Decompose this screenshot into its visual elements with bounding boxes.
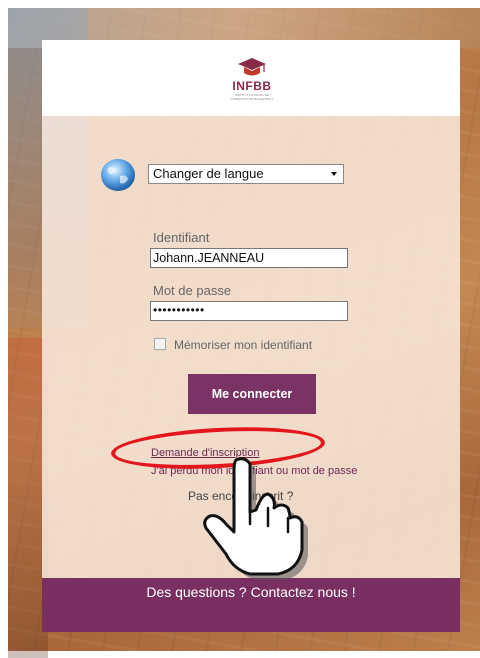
language-select[interactable]: Changer de langue	[148, 164, 344, 184]
language-select-value: Changer de langue	[153, 166, 264, 181]
infbb-logo: INFBB INSTITUT NATIONAL DE FORMATION DE …	[227, 56, 277, 101]
globe-icon	[100, 158, 136, 192]
identifier-field[interactable]: Johann.JEANNEAU	[150, 248, 348, 268]
chevron-down-icon	[331, 172, 337, 176]
identifier-label: Identifiant	[153, 230, 210, 245]
brand-name: INFBB	[232, 79, 272, 93]
password-field[interactable]: •••••••••••	[150, 301, 348, 321]
logo-band: INFBB INSTITUT NATIONAL DE FORMATION DE …	[42, 40, 460, 116]
contact-footer[interactable]: Des questions ? Contactez nous !	[42, 578, 460, 632]
brand-subtitle: INSTITUT NATIONAL DE FORMATION DE BASKET…	[230, 93, 274, 101]
graduation-cap-icon	[238, 58, 266, 76]
password-label: Mot de passe	[153, 283, 232, 298]
remember-label: Mémoriser mon identifiant	[174, 338, 313, 352]
login-button[interactable]: Me connecter	[188, 374, 316, 414]
pointer-hand-icon	[198, 454, 328, 584]
remember-checkbox[interactable]	[154, 338, 166, 350]
remember-row: Mémoriser mon identifiant	[154, 338, 312, 352]
